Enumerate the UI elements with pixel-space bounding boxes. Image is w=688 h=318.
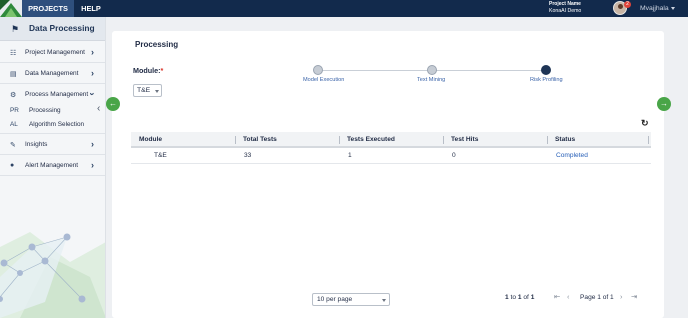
step-text-mining[interactable] bbox=[427, 65, 437, 75]
step-label: Text Mining bbox=[417, 77, 446, 83]
step-model-execution[interactable] bbox=[313, 65, 323, 75]
pagination-range: 1 to 1 of 1 bbox=[505, 294, 535, 301]
user-menu[interactable]: Mvajjhala bbox=[640, 0, 675, 17]
caret-down-icon bbox=[670, 6, 675, 10]
refresh-icon[interactable]: ↻ bbox=[641, 118, 649, 129]
module-label: Module:* bbox=[133, 66, 164, 75]
column-divider[interactable] bbox=[339, 136, 340, 144]
page-indicator: Page 1 of 1 bbox=[580, 294, 614, 301]
sidebar-item-insights[interactable]: ✎ Insights › bbox=[0, 135, 105, 155]
column-divider[interactable] bbox=[235, 136, 236, 144]
chevron-down-icon: › bbox=[87, 92, 98, 96]
next-step-button[interactable]: → bbox=[657, 97, 671, 111]
first-page-icon[interactable]: ⇤ bbox=[554, 292, 560, 301]
column-divider[interactable] bbox=[547, 136, 548, 144]
sidebar-item-label: Alert Management bbox=[25, 162, 79, 169]
cell-test-hits: 0 bbox=[452, 152, 456, 159]
tab-projects[interactable]: PROJECTS bbox=[22, 0, 74, 17]
table-header: Module Total Tests Tests Executed Test H… bbox=[131, 132, 651, 148]
sidebar: ⚑ Data Processing ☷ Project Management ›… bbox=[0, 17, 106, 318]
cell-status-link[interactable]: Completed bbox=[556, 152, 588, 159]
project-name-label: Project Name bbox=[549, 1, 581, 7]
chevron-right-icon: › bbox=[91, 47, 94, 57]
required-mark: * bbox=[160, 66, 164, 75]
column-header-module[interactable]: Module bbox=[139, 136, 162, 143]
subitem-prefix: AL bbox=[10, 121, 18, 128]
content-card bbox=[112, 31, 664, 318]
module-select-value: T&E bbox=[137, 87, 151, 94]
chevron-right-icon: › bbox=[91, 139, 94, 149]
column-header-tests-executed[interactable]: Tests Executed bbox=[347, 136, 395, 143]
module-select[interactable]: T&E bbox=[133, 84, 162, 97]
edit-icon: ✎ bbox=[10, 142, 16, 149]
sidebar-item-label: Process Management bbox=[25, 91, 89, 98]
sidebar-decoration bbox=[0, 232, 105, 318]
project-name[interactable]: KonaAI Demo bbox=[549, 8, 581, 15]
last-page-icon[interactable]: ⇥ bbox=[631, 292, 637, 301]
subitem-label: Algorithm Selection bbox=[29, 121, 85, 128]
collapse-sidebar-icon[interactable]: ‹ bbox=[97, 103, 100, 114]
top-bar: PROJECTS HELP Project Name KonaAI Demo 2… bbox=[0, 0, 688, 17]
column-header-status[interactable]: Status bbox=[555, 136, 575, 143]
sidebar-item-alert-management[interactable]: ● Alert Management › bbox=[0, 156, 105, 176]
column-header-total-tests[interactable]: Total Tests bbox=[243, 136, 277, 143]
cell-total-tests: 33 bbox=[244, 152, 252, 159]
cell-module: T&E bbox=[154, 152, 167, 159]
gears-icon: ⚙ bbox=[10, 92, 17, 99]
step-label: Risk Profiling bbox=[530, 77, 563, 83]
sidebar-item-label: Project Management bbox=[25, 49, 85, 56]
step-label: Model Execution bbox=[303, 77, 345, 83]
next-page-icon[interactable]: › bbox=[620, 292, 622, 301]
users-icon: ● bbox=[10, 162, 15, 169]
sidebar-title: Data Processing bbox=[29, 23, 95, 33]
per-page-select[interactable]: 10 per page bbox=[312, 293, 390, 306]
sidebar-header: ⚑ Data Processing bbox=[0, 17, 105, 41]
chevron-right-icon: › bbox=[91, 160, 94, 170]
step-risk-profiling[interactable] bbox=[541, 65, 551, 75]
sidebar-subitem-algorithm-selection[interactable]: AL Algorithm Selection bbox=[0, 118, 105, 134]
per-page-value: 10 per page bbox=[317, 296, 353, 303]
chevron-right-icon: › bbox=[91, 68, 94, 78]
cell-tests-executed: 1 bbox=[348, 152, 352, 159]
sidebar-item-process-management[interactable]: ⚙ Process Management › bbox=[0, 85, 105, 105]
sidebar-item-project-management[interactable]: ☷ Project Management › bbox=[0, 43, 105, 63]
caret-down-icon bbox=[382, 299, 386, 302]
caret-down-icon bbox=[155, 90, 159, 93]
tab-help[interactable]: HELP bbox=[78, 0, 104, 17]
app-logo[interactable] bbox=[0, 0, 22, 17]
user-name: Mvajjhala bbox=[640, 5, 669, 12]
column-divider[interactable] bbox=[648, 136, 649, 144]
previous-step-button[interactable]: ← bbox=[106, 97, 120, 111]
pin-icon: ⚑ bbox=[11, 24, 20, 34]
sidebar-item-label: Data Management bbox=[25, 70, 79, 77]
sitemap-icon: ☷ bbox=[10, 50, 17, 57]
table-row: T&E 33 1 0 Completed bbox=[131, 149, 651, 164]
sidebar-subitem-processing[interactable]: PR Processing bbox=[0, 104, 105, 118]
subitem-prefix: PR bbox=[10, 107, 19, 114]
sidebar-item-label: Insights bbox=[25, 141, 48, 148]
notification-badge[interactable]: 2 bbox=[624, 1, 631, 8]
column-header-test-hits[interactable]: Test Hits bbox=[451, 136, 478, 143]
previous-page-icon[interactable]: ‹ bbox=[567, 292, 569, 301]
column-divider[interactable] bbox=[443, 136, 444, 144]
page-title: Processing bbox=[135, 40, 179, 49]
subitem-label: Processing bbox=[29, 107, 61, 114]
database-icon: ▤ bbox=[10, 71, 17, 78]
sidebar-item-data-management[interactable]: ▤ Data Management › bbox=[0, 64, 105, 84]
